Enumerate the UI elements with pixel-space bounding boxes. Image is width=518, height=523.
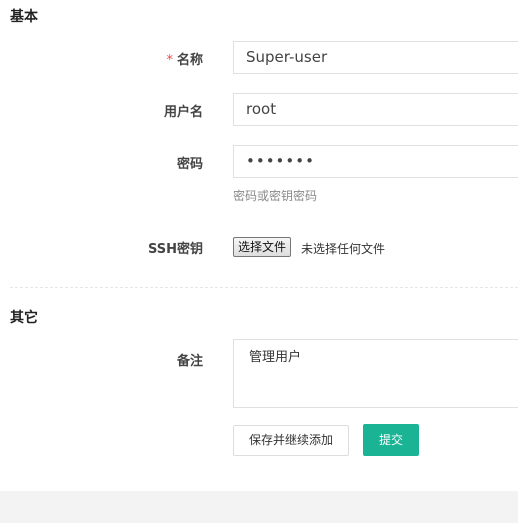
choose-file-button[interactable]: 选择文件 bbox=[233, 237, 292, 257]
name-label-text: 名称 bbox=[176, 53, 203, 68]
section-divider bbox=[10, 287, 518, 288]
username-input[interactable]: root bbox=[233, 93, 518, 126]
ssh-key-label: SSH密钥 bbox=[147, 242, 203, 257]
page-footer bbox=[0, 491, 518, 523]
password-label: 密码 bbox=[176, 157, 203, 172]
password-input[interactable]: ••••••• bbox=[233, 145, 518, 178]
save-and-continue-button[interactable]: 保存并继续添加 bbox=[233, 425, 349, 456]
file-status-text: 未选择任何文件 bbox=[301, 242, 386, 256]
submit-button[interactable]: 提交 bbox=[363, 424, 419, 456]
password-help-text: 密码或密钥密码 bbox=[233, 189, 318, 203]
username-label: 用户名 bbox=[163, 105, 203, 120]
section-title-other: 其它 bbox=[10, 310, 38, 326]
required-mark: * bbox=[166, 53, 173, 68]
comment-label: 备注 bbox=[176, 354, 203, 369]
comment-textarea[interactable]: 管理用户 bbox=[233, 339, 518, 408]
name-label: * 名称 bbox=[83, 49, 203, 68]
section-title-basic: 基本 bbox=[10, 9, 38, 25]
name-input[interactable]: Super-user bbox=[233, 41, 518, 74]
